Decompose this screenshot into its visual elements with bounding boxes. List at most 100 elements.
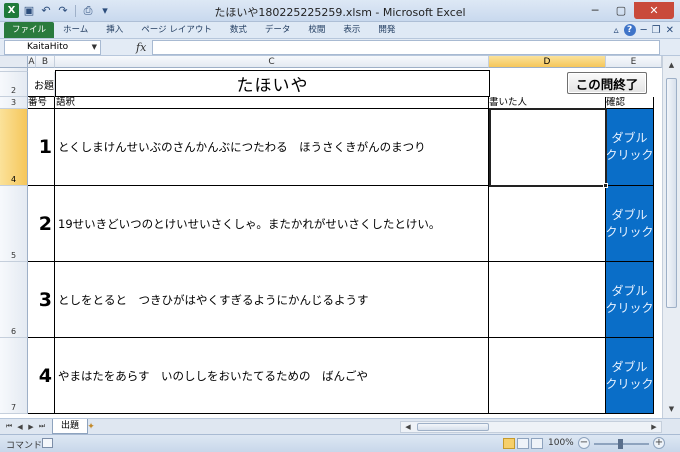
ribbon-right-controls: ▵ ? ─ ❐ ✕ — [614, 24, 674, 36]
formula-input[interactable] — [152, 40, 660, 55]
status-bar: コマンド 100% − + — [0, 434, 680, 452]
chevron-down-icon[interactable]: ▼ — [92, 41, 97, 54]
confirm-double-click-cell[interactable]: ダブル クリック — [606, 186, 654, 262]
confirm-line-1: ダブル — [611, 359, 648, 374]
scroll-up-icon[interactable]: ▲ — [665, 58, 678, 71]
confirm-line-1: ダブル — [611, 207, 648, 222]
vertical-scroll-thumb[interactable] — [666, 78, 677, 308]
zoom-level[interactable]: 100% — [548, 438, 574, 448]
row-header-2[interactable]: 2 — [0, 72, 28, 97]
row-header-5[interactable]: 5 — [0, 186, 28, 262]
page-layout-view-icon[interactable] — [517, 438, 529, 449]
name-box[interactable]: KaitaHito ▼ — [4, 40, 101, 55]
confirm-line-2: クリック — [606, 224, 654, 239]
scroll-right-icon[interactable]: ▶ — [648, 422, 660, 432]
tab-data[interactable]: データ — [256, 22, 300, 38]
confirm-double-click-cell[interactable]: ダブル クリック — [606, 109, 654, 186]
zoom-slider[interactable] — [594, 439, 649, 449]
window-controls: ─ ▢ ✕ — [582, 2, 674, 19]
sheet-tab-bar: ⏮ ◀ ▶ ⏭ 出題 ✦ ◀ ▶ — [0, 418, 680, 434]
confirm-line-2: クリック — [606, 148, 654, 162]
zoom-out-icon[interactable]: − — [578, 437, 590, 449]
zoom-in-icon[interactable]: + — [653, 437, 665, 449]
help-icon[interactable]: ? — [623, 24, 636, 36]
confirm-double-click-cell[interactable]: ダブル クリック — [606, 338, 654, 414]
tab-file[interactable]: ファイル — [4, 22, 55, 38]
sheet-tab-question[interactable]: 出題 — [52, 419, 89, 434]
entry-number: 2 — [28, 186, 55, 262]
confirm-double-click-cell[interactable]: ダブル クリック — [606, 262, 654, 338]
theme-label: お題 — [28, 72, 55, 97]
name-box-value: KaitaHito — [27, 42, 69, 52]
ribbon-collapse-icon[interactable]: ▵ — [614, 25, 619, 36]
tab-review[interactable]: 校閲 — [299, 22, 334, 38]
scroll-left-icon[interactable]: ◀ — [402, 422, 414, 432]
header-confirm: 確認 — [606, 97, 654, 109]
select-all-corner[interactable] — [0, 56, 28, 68]
confirm-line-1: ダブル — [611, 131, 648, 145]
fill-handle[interactable] — [603, 183, 608, 188]
entry-writer-cell[interactable] — [489, 338, 606, 414]
vertical-scrollbar[interactable]: ▲ ▼ — [662, 56, 680, 418]
theme-value[interactable]: たほいや — [55, 70, 490, 97]
sheet-navigation: ⏮ ◀ ▶ ⏭ — [4, 421, 47, 432]
first-sheet-icon[interactable]: ⏮ — [4, 421, 14, 432]
entry-writer-cell[interactable] — [489, 262, 606, 338]
workbook-restore-icon[interactable]: ❐ — [652, 25, 661, 36]
tab-formulas[interactable]: 数式 — [221, 22, 256, 38]
title-bar: X ▣ ↶ ↷ ⎙ ▾ たほいや180225225259.xlsm - Micr… — [0, 0, 680, 22]
tab-developer[interactable]: 開発 — [369, 22, 404, 38]
normal-view-icon[interactable] — [503, 438, 515, 449]
status-mode: コマンド — [6, 441, 43, 451]
workbook-close-icon[interactable]: ✕ — [666, 25, 674, 36]
entry-meaning[interactable]: としをとると つきひがはやくすぎるようにかんじるようす — [55, 262, 489, 338]
horizontal-scroll-thumb[interactable] — [417, 423, 489, 431]
ribbon-tabs: ファイル ホーム 挿入 ページ レイアウト 数式 データ 校閲 表示 開発 — [0, 22, 680, 38]
confirm-line-2: クリック — [606, 300, 654, 315]
column-header-a[interactable]: A — [28, 56, 36, 68]
row-header-3[interactable]: 3 — [0, 97, 28, 109]
tab-home[interactable]: ホーム — [54, 22, 97, 38]
zoom-slider-knob[interactable] — [618, 439, 623, 449]
theme-label-text: お題 — [34, 80, 54, 92]
confirm-line-1: ダブル — [611, 283, 648, 298]
column-header-d[interactable]: D — [489, 56, 606, 68]
page-break-view-icon[interactable] — [531, 438, 543, 449]
entry-meaning[interactable]: とくしまけんせいぶのさんかんぶにつたわる ほうさくきがんのまつり — [55, 109, 489, 186]
workbook-minimize-icon[interactable]: ─ — [641, 25, 647, 36]
insert-sheet-icon[interactable]: ✦ — [84, 420, 98, 433]
column-header-e[interactable]: E — [606, 56, 662, 68]
window-title: たほいや180225225259.xlsm - Microsoft Excel — [214, 6, 466, 19]
horizontal-scrollbar[interactable]: ◀ ▶ — [400, 421, 662, 433]
tab-insert[interactable]: 挿入 — [97, 22, 132, 38]
header-meaning: 語釈 — [55, 97, 489, 109]
header-number: 番号 — [28, 97, 55, 109]
scroll-down-icon[interactable]: ▼ — [665, 402, 678, 415]
column-header-b[interactable]: B — [36, 56, 55, 68]
view-buttons — [503, 438, 543, 449]
macro-record-icon[interactable] — [42, 438, 53, 448]
prev-sheet-icon[interactable]: ◀ — [15, 421, 25, 432]
entry-meaning[interactable]: 19せいきどいつのとけいせいさくしゃ。またかれがせいさくしたとけい。 — [55, 186, 489, 262]
minimize-icon[interactable]: ─ — [582, 2, 608, 19]
end-question-button[interactable]: この問終了 — [567, 72, 647, 94]
entry-number: 3 — [28, 262, 55, 338]
column-header-c[interactable]: C — [55, 56, 489, 68]
next-sheet-icon[interactable]: ▶ — [26, 421, 36, 432]
formula-bar: KaitaHito ▼ fx — [0, 38, 680, 56]
entry-meaning[interactable]: やまはたをあらす いのししをおいたてるための ばんごや — [55, 338, 489, 414]
last-sheet-icon[interactable]: ⏭ — [37, 421, 47, 432]
worksheet-grid: A B C D E 2 3 4 5 6 7 お題 たほいや この問終了 番号 語… — [0, 56, 662, 418]
tab-page-layout[interactable]: ページ レイアウト — [132, 22, 221, 38]
maximize-icon[interactable]: ▢ — [608, 2, 634, 19]
row-header-6[interactable]: 6 — [0, 262, 28, 338]
row-header-4[interactable]: 4 — [0, 109, 28, 186]
entry-number: 1 — [28, 109, 55, 186]
insert-function-icon[interactable]: fx — [136, 41, 146, 54]
row-header-7[interactable]: 7 — [0, 338, 28, 414]
confirm-line-2: クリック — [606, 376, 654, 391]
close-icon[interactable]: ✕ — [634, 2, 674, 19]
entry-writer-cell[interactable] — [489, 186, 606, 262]
active-cell-selection — [489, 108, 607, 187]
tab-view[interactable]: 表示 — [334, 22, 369, 38]
